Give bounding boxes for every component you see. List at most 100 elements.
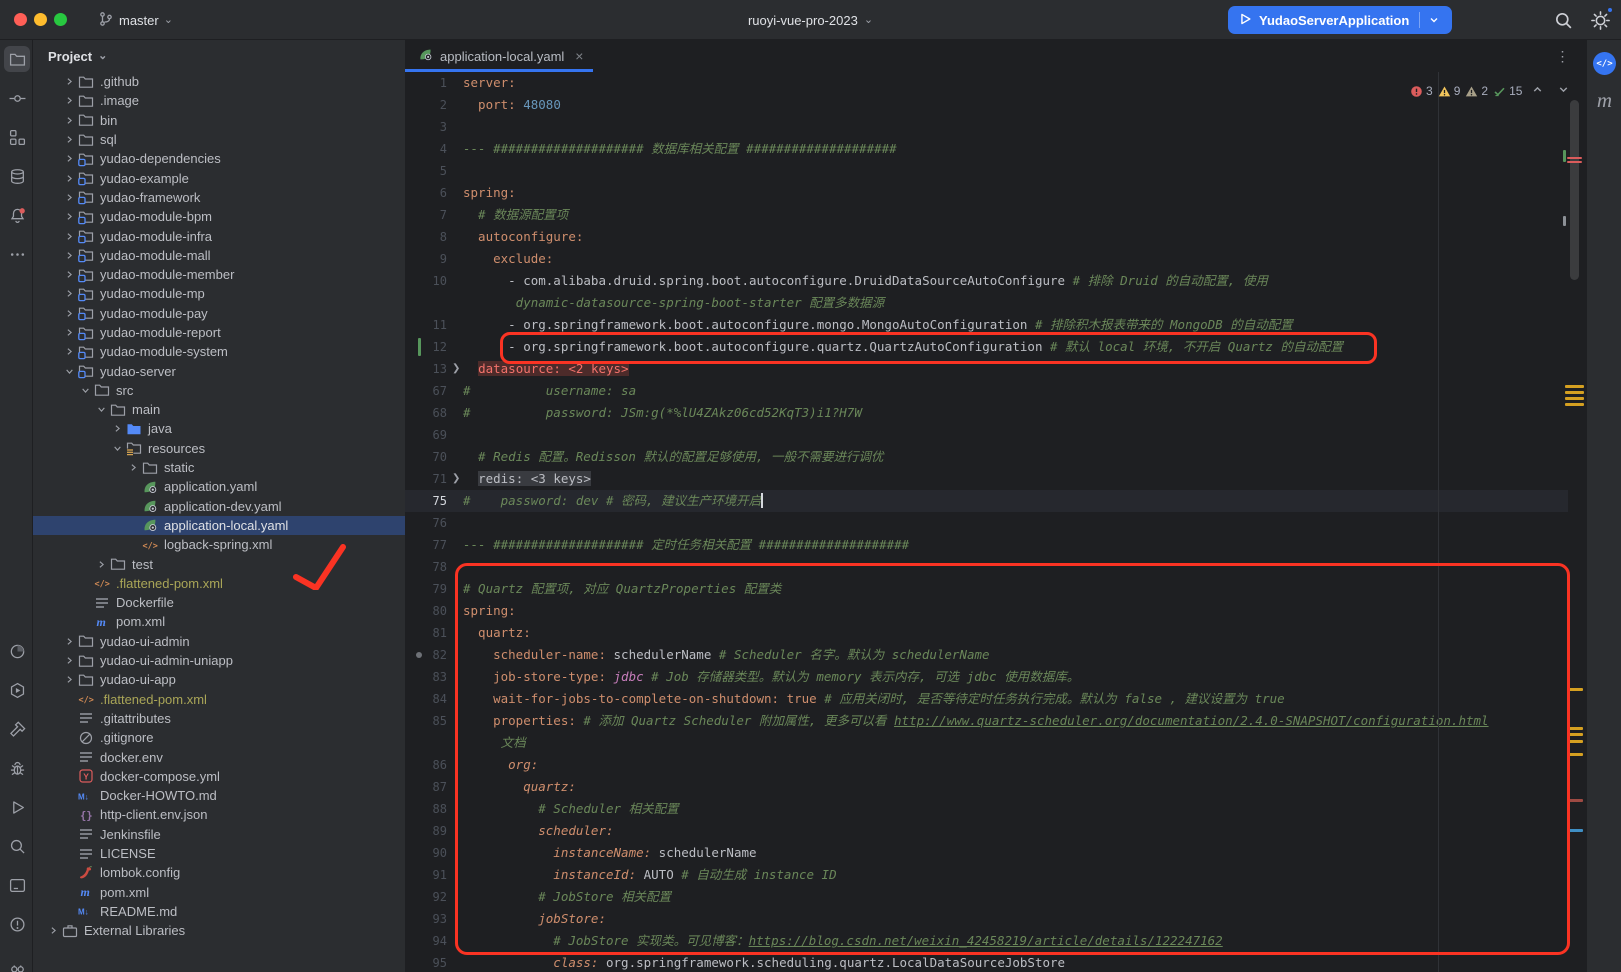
chevron-right-icon[interactable]: [45, 923, 61, 939]
code-line-77[interactable]: 77--- #################### 定时任务相关配置 ####…: [405, 534, 1568, 556]
git-branch-widget[interactable]: master ⌄: [92, 8, 179, 32]
code-line-11[interactable]: 11 - org.springframework.boot.autoconfig…: [405, 314, 1568, 336]
window-minimize-button[interactable]: [34, 13, 47, 26]
tree-item-logback-spring-xml[interactable]: </>logback-spring.xml: [33, 535, 405, 554]
chevron-right-icon[interactable]: [61, 325, 77, 341]
code-line-4[interactable]: 4--- #################### 数据库相关配置 ######…: [405, 138, 1568, 160]
chevron-right-icon[interactable]: [61, 344, 77, 360]
fold-marker-icon[interactable]: ❯: [452, 358, 460, 380]
code-line-92[interactable]: 92 # JobStore 相关配置: [405, 886, 1568, 908]
tree-item--flattened-pom-xml[interactable]: </>.flattened-pom.xml: [33, 690, 405, 709]
tool-project-icon[interactable]: [4, 46, 30, 72]
code-line-6[interactable]: 6spring:: [405, 182, 1568, 204]
code-line-83[interactable]: 83 job-store-type: jdbc # Job 存储器类型。默认为 …: [405, 666, 1568, 688]
tool-notifications-icon[interactable]: [4, 202, 30, 228]
code-line-1[interactable]: 1server:: [405, 72, 1568, 94]
tree-item-yudao-ui-app[interactable]: yudao-ui-app: [33, 670, 405, 689]
tool-find-icon[interactable]: [4, 833, 30, 859]
tree-item-java[interactable]: java: [33, 419, 405, 438]
code-line-94[interactable]: 94 # JobStore 实现类。可见博客：https://blog.csdn…: [405, 930, 1568, 952]
code-line-84[interactable]: 84 wait-for-jobs-to-complete-on-shutdown…: [405, 688, 1568, 710]
chevron-right-icon[interactable]: [125, 460, 141, 476]
tree-item-yudao-example[interactable]: yudao-example: [33, 168, 405, 187]
code-line-78[interactable]: 78: [405, 556, 1568, 578]
ai-assistant-icon[interactable]: </>: [1593, 52, 1616, 75]
code-line-76[interactable]: 76: [405, 512, 1568, 534]
code-line-93[interactable]: 93 jobStore:: [405, 908, 1568, 930]
code-line-88[interactable]: 88 # Scheduler 相关配置: [405, 798, 1568, 820]
tree-item-yudao-module-member[interactable]: yudao-module-member: [33, 265, 405, 284]
code-line-5[interactable]: 5: [405, 160, 1568, 182]
chevron-right-icon[interactable]: [61, 653, 77, 669]
code-line-3[interactable]: 3: [405, 116, 1568, 138]
code-line-9[interactable]: 9 exclude:: [405, 248, 1568, 270]
tree-item-docker-compose-yml[interactable]: Ydocker-compose.yml: [33, 767, 405, 786]
tree-item-yudao-ui-admin[interactable]: yudao-ui-admin: [33, 632, 405, 651]
tool-profiler-icon[interactable]: [4, 638, 30, 664]
tree-item-yudao-module-bpm[interactable]: yudao-module-bpm: [33, 207, 405, 226]
tool-structure-icon[interactable]: [4, 124, 30, 150]
tool-users-icon[interactable]: [4, 950, 30, 972]
settings-gear-icon[interactable]: [1588, 8, 1612, 32]
search-everywhere-icon[interactable]: [1551, 8, 1575, 32]
code-line-85[interactable]: 85 properties: # 添加 Quartz Scheduler 附加属…: [405, 710, 1568, 732]
code-line-87[interactable]: 87 quartz:: [405, 776, 1568, 798]
inspections-widget[interactable]: 3 9 2 15: [1410, 82, 1574, 100]
code-line-13[interactable]: 13❯ datasource: <2 keys>: [405, 358, 1568, 380]
tree-item-static[interactable]: static: [33, 458, 405, 477]
code-line-89[interactable]: 89 scheduler:: [405, 820, 1568, 842]
tool-database-icon[interactable]: [4, 163, 30, 189]
next-problem-chevron[interactable]: [1553, 83, 1574, 99]
chevron-right-icon[interactable]: [61, 228, 77, 244]
code-line-68[interactable]: 68# password: JSm:g(*%lU4ZAkz06cd52KqT3)…: [405, 402, 1568, 424]
chevron-right-icon[interactable]: [61, 305, 77, 321]
run-configuration-button[interactable]: YudaoServerApplication: [1228, 6, 1452, 34]
chevron-right-icon[interactable]: [61, 286, 77, 302]
tool-problems-icon[interactable]: [4, 911, 30, 937]
tree-item-yudao-dependencies[interactable]: yudao-dependencies: [33, 149, 405, 168]
run-dropdown-chevron[interactable]: [1420, 14, 1448, 26]
code-line-67[interactable]: 67# username: sa: [405, 380, 1568, 402]
tree-item-yudao-module-system[interactable]: yudao-module-system: [33, 342, 405, 361]
tool-terminal-icon[interactable]: [4, 872, 30, 898]
tab-application-local-yaml[interactable]: application-local.yaml ×: [405, 40, 593, 72]
tree-item-yudao-server[interactable]: yudao-server: [33, 361, 405, 380]
code-line-81[interactable]: 81 quartz:: [405, 622, 1568, 644]
chevron-right-icon[interactable]: [61, 209, 77, 225]
code-line-7[interactable]: 7 # 数据源配置项: [405, 204, 1568, 226]
tree-item-pom-xml[interactable]: mpom.xml: [33, 882, 405, 901]
window-maximize-button[interactable]: [54, 13, 67, 26]
chevron-right-icon[interactable]: [93, 556, 109, 572]
editor-scrollbar-thumb[interactable]: [1570, 100, 1579, 280]
maven-tool-icon[interactable]: m: [1587, 88, 1621, 113]
code-line-90[interactable]: 90 instanceName: schedulerName: [405, 842, 1568, 864]
tree-item-yudao-framework[interactable]: yudao-framework: [33, 188, 405, 207]
tab-options-kebab-icon[interactable]: ⋮: [1552, 45, 1574, 67]
project-panel-header[interactable]: Project⌄: [33, 40, 405, 72]
tree-item-application-dev-yaml[interactable]: application-dev.yaml: [33, 497, 405, 516]
chevron-right-icon[interactable]: [61, 672, 77, 688]
code-line-95[interactable]: 95 class: org.springframework.scheduling…: [405, 952, 1568, 972]
chevron-right-icon[interactable]: [61, 267, 77, 283]
chevron-right-icon[interactable]: [61, 74, 77, 90]
tree-item-lombok-config[interactable]: lombok.config: [33, 863, 405, 882]
code-line-79[interactable]: 79# Quartz 配置项, 对应 QuartzProperties 配置类: [405, 578, 1568, 600]
code-line-71[interactable]: 71❯ redis: <3 keys>: [405, 468, 1568, 490]
code-line-wrap[interactable]: dynamic-datasource-spring-boot-starter 配…: [405, 292, 1568, 314]
chevron-right-icon[interactable]: [61, 132, 77, 148]
code-line-82[interactable]: 82 scheduler-name: schedulerName # Sched…: [405, 644, 1568, 666]
chevron-down-icon[interactable]: [77, 382, 93, 398]
tool-build-icon[interactable]: [4, 716, 30, 742]
tree-item--gitignore[interactable]: .gitignore: [33, 728, 405, 747]
tree-item--github[interactable]: .github: [33, 72, 405, 91]
code-line-12[interactable]: 12 - org.springframework.boot.autoconfig…: [405, 336, 1568, 358]
tree-item-bin[interactable]: bin: [33, 111, 405, 130]
tree-item-readme-md[interactable]: M↓README.md: [33, 902, 405, 921]
tree-item-test[interactable]: test: [33, 554, 405, 573]
tree-item-src[interactable]: src: [33, 381, 405, 400]
chevron-right-icon[interactable]: [61, 93, 77, 109]
chevron-right-icon[interactable]: [61, 170, 77, 186]
prev-problem-chevron[interactable]: [1527, 83, 1548, 99]
tree-item-yudao-module-mall[interactable]: yudao-module-mall: [33, 246, 405, 265]
tree-item-yudao-module-report[interactable]: yudao-module-report: [33, 323, 405, 342]
